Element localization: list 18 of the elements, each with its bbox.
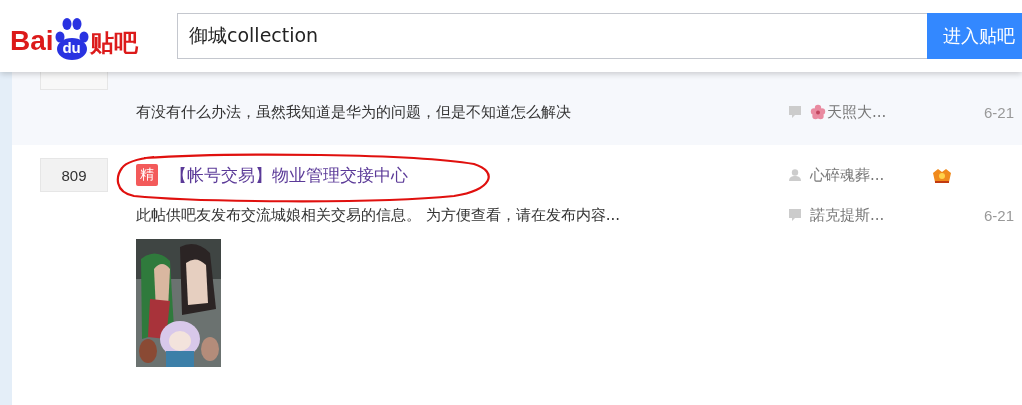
logo-badge: du [53, 17, 90, 61]
search-field[interactable]: 御城collection [177, 13, 927, 59]
logo-text: Bai [10, 27, 54, 55]
author-name[interactable]: 心碎魂葬... [810, 165, 920, 185]
last-reply-time: 6-21 [983, 206, 1014, 224]
thread-title-link[interactable]: 【帐号交易】物业管理交接中心 [170, 163, 408, 187]
last-replier-name[interactable]: 諾克提斯... [810, 205, 920, 225]
comment-icon [788, 105, 802, 119]
reply-count-box: 809 [40, 158, 108, 192]
featured-badge: 精 [136, 164, 158, 186]
last-replier-name[interactable]: 天照大... [827, 102, 937, 122]
logo-text: 贴吧 [89, 31, 138, 55]
thread-abstract: 有没有什么办法，虽然我知道是华为的问题，但是不知道怎么解决 [136, 102, 572, 122]
comment-icon [788, 208, 802, 222]
enter-forum-button[interactable]: 进入贴吧 [927, 13, 1022, 59]
last-reply-time: 6-21 [983, 103, 1014, 121]
user-icon [788, 168, 802, 182]
thread-abstract: 此帖供吧友发布交流城娘相关交易的信息。 为方便查看，请在发布内容... [136, 205, 622, 225]
